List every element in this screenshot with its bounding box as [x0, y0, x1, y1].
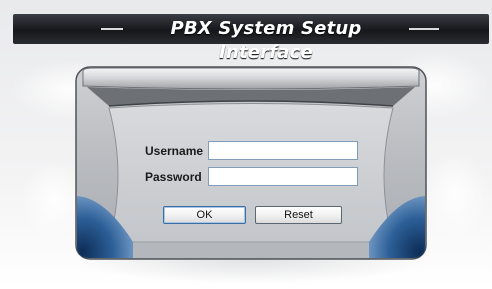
panel-reflection [70, 258, 430, 284]
title-divider-left [101, 28, 123, 30]
username-label: Username [145, 144, 204, 158]
password-label: Password [145, 170, 202, 184]
login-panel-frame [75, 66, 427, 260]
page-background: PBX System Setup Interface Username Pass… [0, 0, 492, 289]
login-panel [75, 66, 427, 260]
title-divider-right [409, 28, 439, 30]
title-bar: PBX System Setup Interface [13, 14, 489, 63]
reset-button[interactable]: Reset [255, 206, 342, 224]
ok-button[interactable]: OK [163, 206, 246, 224]
page-title: PBX System Setup Interface [170, 18, 362, 63]
username-input[interactable] [208, 141, 358, 160]
password-input[interactable] [208, 167, 358, 186]
background-cloud [420, 150, 490, 240]
